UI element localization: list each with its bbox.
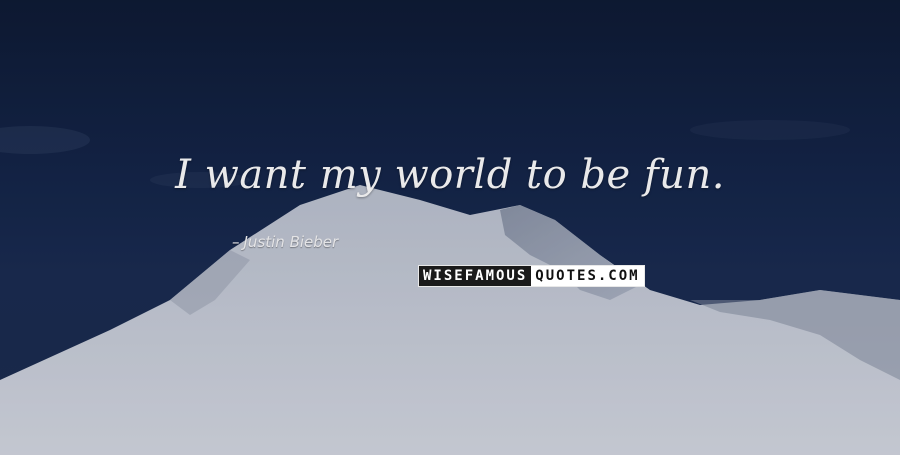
quote-author: – Justin Bieber	[232, 233, 338, 251]
quote-text: I want my world to be fun.	[175, 152, 725, 198]
watermark-part-a: WISEFAMOUS	[419, 266, 532, 286]
dim-overlay	[0, 0, 900, 455]
mountain-backdrop	[0, 0, 900, 455]
quote-image: I want my world to be fun. – Justin Biebe…	[0, 0, 900, 455]
watermark-logo: WISEFAMOUS QUOTES.COM	[418, 265, 645, 287]
author-name: Justin Bieber	[243, 233, 339, 251]
watermark-part-b: QUOTES.COM	[531, 266, 644, 286]
author-marker: –	[232, 233, 240, 251]
